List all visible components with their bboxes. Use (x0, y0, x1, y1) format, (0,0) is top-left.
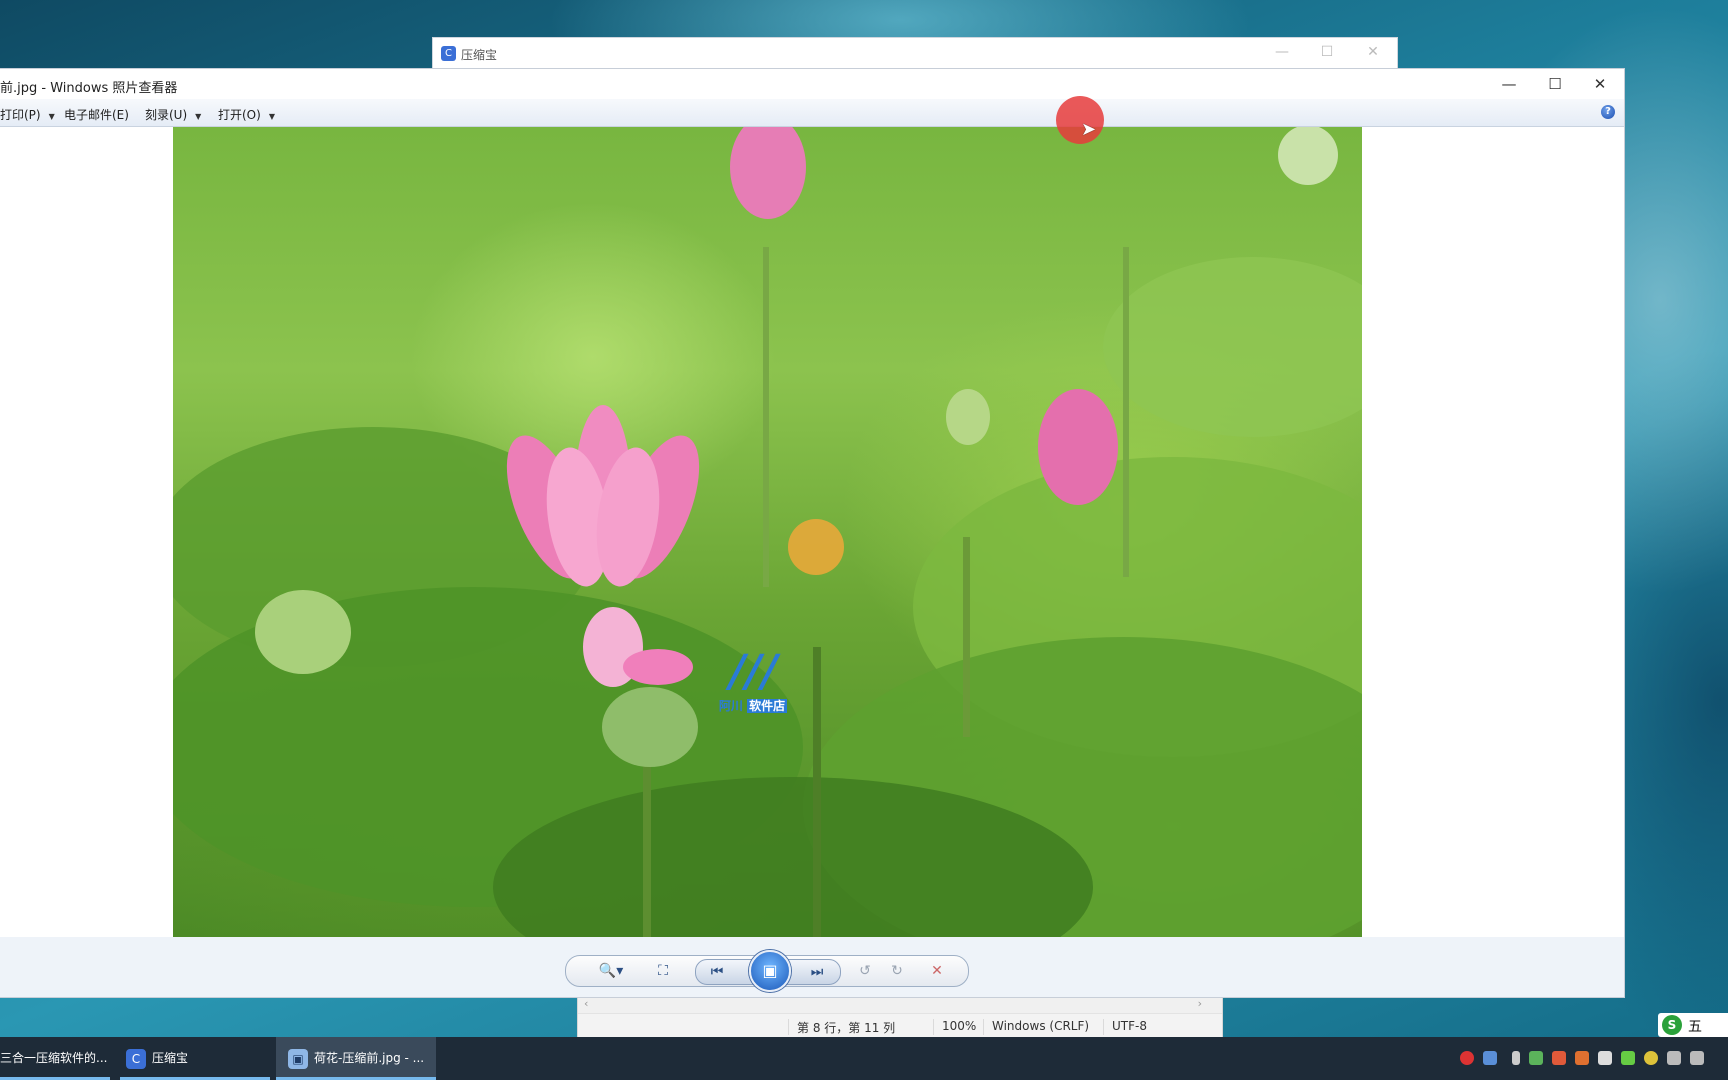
taskbar-item-browser[interactable]: 三合一压缩软件的... (0, 1037, 110, 1080)
compress-app-icon: C (441, 46, 456, 61)
menu-bar: 打印(P) ▼ 电子邮件(E) 刻录(U) ▼ 打开(O) ▼ ? (0, 99, 1624, 127)
encoding: UTF-8 (1103, 1019, 1147, 1035)
record-icon[interactable] (1460, 1051, 1474, 1065)
volume-icon[interactable] (1690, 1051, 1704, 1065)
notepad-status-area: ‹ › 第 8 行，第 11 列 100% Windows (CRLF) UTF… (577, 995, 1223, 1039)
photo-viewer-icon: ▣ (288, 1048, 308, 1069)
scroll-left-icon[interactable]: ‹ (584, 997, 588, 1010)
horizontal-scrollbar[interactable]: ‹ › (578, 996, 1222, 1014)
close-button[interactable]: ✕ (1585, 73, 1615, 95)
chat-icon[interactable] (1483, 1051, 1497, 1065)
taskbar-item-photo-viewer[interactable]: ▣ 荷花-压缩前.jpg - ... (276, 1037, 436, 1080)
taskbar-item-compress-app[interactable]: C 压缩宝 (120, 1037, 270, 1080)
rotate-right-button[interactable]: ↻ (886, 961, 908, 981)
menu-print[interactable]: 打印(P) ▼ (0, 106, 55, 123)
watermark-text: 阿川 软件店 (708, 697, 798, 714)
zoom-button[interactable]: 🔍▾ (594, 961, 628, 981)
ime-mode: 五 (1688, 1019, 1702, 1035)
watermark: /// 阿川 软件店 (708, 647, 798, 714)
status-bar: 第 8 行，第 11 列 100% Windows (CRLF) UTF-8 (578, 1016, 1222, 1036)
system-tray (1458, 1037, 1728, 1080)
taskbar-item-label: 压缩宝 (152, 1051, 189, 1065)
scroll-right-icon[interactable]: › (1198, 997, 1202, 1010)
app-tray-icon[interactable] (1575, 1051, 1589, 1065)
menu-burn-label: 刻录(U) (145, 108, 188, 122)
previous-button[interactable]: ⏮ (706, 962, 728, 982)
photo-viewer-window[interactable]: 前.jpg - Windows 照片查看器 — ☐ ✕ 打印(P) ▼ 电子邮件(… (0, 68, 1625, 998)
speaker-mute-icon[interactable] (1552, 1051, 1566, 1065)
taskbar-item-label: 荷花-压缩前.jpg - ... (314, 1051, 425, 1065)
update-icon[interactable] (1644, 1051, 1658, 1065)
taskbar: 三合一压缩软件的... C 压缩宝 ▣ 荷花-压缩前.jpg - ... (0, 1037, 1728, 1080)
lotus-illustration (173, 127, 1362, 937)
microphone-icon[interactable] (1512, 1051, 1520, 1065)
image-canvas[interactable]: /// 阿川 软件店 (0, 127, 1624, 937)
minimize-button[interactable]: — (1272, 44, 1292, 60)
line-ending: Windows (CRLF) (983, 1019, 1089, 1035)
security-icon[interactable] (1598, 1051, 1612, 1065)
cursor-highlight (1056, 96, 1104, 144)
dropdown-arrow-icon: ▼ (268, 112, 275, 121)
menu-burn[interactable]: 刻录(U) ▼ (145, 106, 201, 123)
menu-email[interactable]: 电子邮件(E) (64, 106, 129, 123)
compress-app-icon: C (126, 1048, 146, 1069)
dropdown-arrow-icon: ▼ (48, 112, 55, 121)
watermark-text-left: 阿川 (718, 699, 743, 713)
minimize-button[interactable]: — (1494, 73, 1524, 95)
compress-app-window[interactable]: C 压缩宝 — ☐ ✕ (432, 37, 1398, 71)
cursor-position: 第 8 行，第 11 列 (788, 1019, 895, 1035)
fit-window-button[interactable]: ⛶ (652, 961, 674, 981)
compress-app-title: 压缩宝 (461, 48, 498, 62)
next-button[interactable]: ⏭ (806, 962, 828, 982)
network-icon[interactable] (1667, 1051, 1681, 1065)
dropdown-arrow-icon: ▼ (195, 112, 202, 121)
watermark-text-right: 软件店 (747, 699, 788, 713)
menu-print-label: 打印(P) (0, 108, 41, 122)
lotus-photo: /// 阿川 软件店 (173, 127, 1362, 937)
menu-open[interactable]: 打开(O) ▼ (218, 106, 275, 123)
maximize-button[interactable]: ☐ (1317, 44, 1337, 60)
window-title: 前.jpg - Windows 照片查看器 (0, 81, 178, 96)
watermark-logo: /// (728, 646, 778, 697)
taskbar-item-label: 三合一压缩软件的... (0, 1051, 108, 1065)
delete-button[interactable]: ✕ (926, 961, 948, 981)
rotate-left-button[interactable]: ↺ (854, 961, 876, 981)
ime-indicator[interactable]: S 五 (1658, 1013, 1728, 1037)
help-icon[interactable]: ? (1601, 105, 1615, 119)
viewer-control-bar: 🔍▾ ⛶ ⏮ ▣ ⏭ ↺ ↻ ✕ (565, 950, 969, 992)
zoom-level: 100% (933, 1019, 976, 1035)
nvidia-icon[interactable] (1621, 1051, 1635, 1065)
sogou-ime-icon: S (1662, 1015, 1682, 1035)
close-button[interactable]: ✕ (1363, 44, 1383, 60)
network-app-icon[interactable] (1529, 1051, 1543, 1065)
mouse-cursor-icon: ➤ (1081, 119, 1097, 140)
title-bar[interactable]: 前.jpg - Windows 照片查看器 — ☐ ✕ (0, 69, 1624, 99)
menu-open-label: 打开(O) (218, 108, 261, 122)
maximize-button[interactable]: ☐ (1540, 73, 1570, 95)
slideshow-button[interactable]: ▣ (749, 950, 791, 992)
